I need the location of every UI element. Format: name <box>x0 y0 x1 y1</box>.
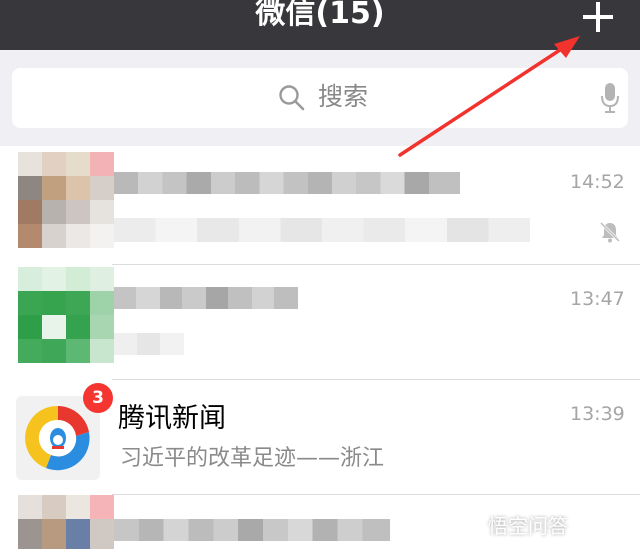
chat-item[interactable]: 13:47 <box>0 265 640 379</box>
search-area: 搜索 <box>0 50 640 146</box>
chat-preview: 习近平的改革足迹——浙江 <box>120 446 385 471</box>
chat-time: 13:39 <box>570 403 625 425</box>
add-button[interactable] <box>574 0 622 34</box>
search-placeholder: 搜索 <box>318 82 369 111</box>
watermark-text: 悟空问答 <box>488 514 568 538</box>
muted-bell-icon <box>599 221 621 243</box>
page-title: 微信(15) <box>255 0 385 31</box>
chat-name-redacted <box>114 172 460 194</box>
row-divider <box>112 379 640 380</box>
chat-time: 13:47 <box>570 288 625 310</box>
chat-name: 腾讯新闻 <box>118 403 226 434</box>
avatar <box>18 152 114 248</box>
chat-time: 14:52 <box>570 171 625 193</box>
avatar <box>18 267 114 363</box>
watermark: 悟空问答 <box>446 510 636 544</box>
chat-name-redacted <box>114 519 390 541</box>
search-input[interactable]: 搜索 <box>12 68 628 128</box>
chat-preview-redacted <box>114 333 184 355</box>
search-icon <box>279 85 305 111</box>
chat-item[interactable]: 14:52 <box>0 146 640 264</box>
top-navigation-bar: 微信(15) <box>0 0 640 50</box>
chat-name-redacted <box>114 287 298 309</box>
microphone-icon[interactable] <box>600 82 620 114</box>
wechat-chat-list-screen: 微信(15) 搜索 14:52 13:47 3 腾讯新闻 习近平的改革足迹——浙… <box>0 0 640 549</box>
chat-preview-redacted <box>114 218 530 242</box>
plus-icon <box>583 2 613 32</box>
avatar <box>18 495 114 549</box>
unread-badge: 3 <box>83 383 113 413</box>
wukong-logo-icon <box>452 512 482 542</box>
